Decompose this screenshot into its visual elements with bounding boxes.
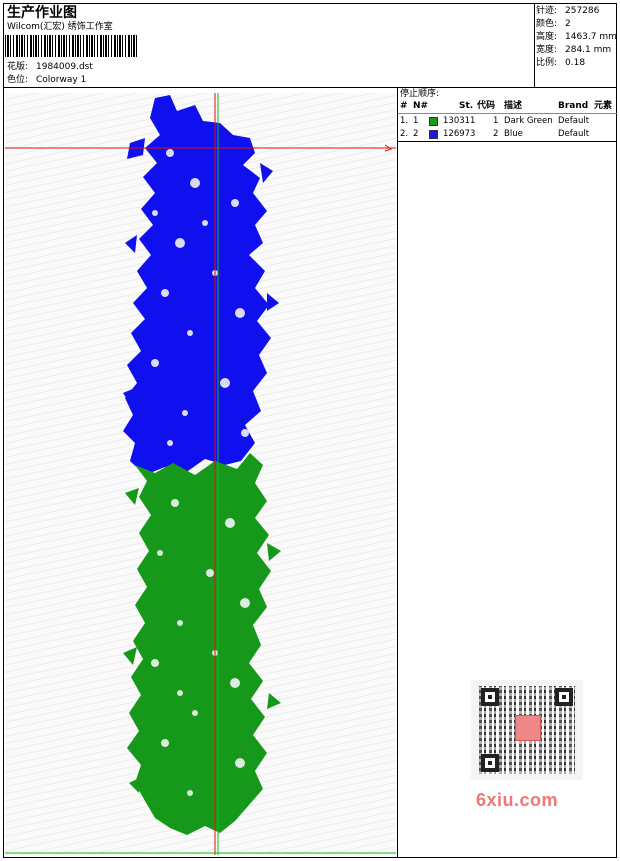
stop-sequence-title: 停止顺序: [400, 89, 440, 99]
design-canvas [5, 93, 396, 855]
row-2-description: Blue [504, 129, 523, 139]
row-1-code: 1 [493, 116, 499, 126]
qr-finder-icon [481, 688, 499, 706]
col-header-brand: Brand [558, 101, 589, 111]
row-1-color-swatch [429, 117, 438, 126]
width-value: 284.1 mm [565, 45, 612, 55]
embroidery-preview [5, 93, 396, 855]
watermark-site: 6xiu.com [476, 790, 559, 810]
table-header-rule [398, 113, 617, 114]
stats-divider [534, 3, 535, 87]
col-header-element: 元素 [594, 101, 613, 111]
row-1-brand: Default [558, 116, 590, 126]
qr-code-watermark [471, 680, 583, 780]
design-filename: 1984009.dst [36, 62, 93, 72]
col-header-description: 描述 [504, 101, 523, 111]
row-2-brand: Default [558, 129, 590, 139]
row-1-description: Dark Green [504, 116, 553, 126]
row-1-needle: 1 [413, 116, 419, 126]
green-color-region [123, 453, 281, 835]
company-name: Wilcom(汇宏) 绣饰工作室 [7, 22, 113, 32]
width-label: 宽度: [536, 45, 558, 55]
scale-label: 比例: [536, 58, 558, 68]
table-bottom-rule [398, 141, 617, 142]
qr-finder-icon [555, 688, 573, 706]
scale-value: 0.18 [565, 58, 586, 68]
watermark-seal-logo [515, 715, 541, 741]
colorway-name: Colorway 1 [36, 75, 87, 85]
color-count-value: 2 [565, 19, 571, 29]
qr-finder-icon [481, 754, 499, 772]
barcode [5, 35, 137, 57]
height-label: 高度: [536, 32, 558, 42]
row-2-stitches: 126973 [443, 129, 476, 139]
row-2-index: 2. [400, 129, 409, 139]
row-1-index: 1. [400, 116, 409, 126]
height-value: 1463.7 mm [565, 32, 617, 42]
color-count-label: 颜色: [536, 19, 558, 29]
col-header-code: 代码 [477, 101, 496, 111]
header-divider [3, 87, 617, 88]
sheet-title: 生产作业图 [7, 5, 77, 21]
col-header-needle: N# [413, 101, 429, 111]
row-2-needle: 2 [413, 129, 419, 139]
colorway-label: 色位: [7, 75, 29, 85]
row-2-color-swatch [429, 130, 438, 139]
stitch-count-label: 针迹: [536, 6, 558, 16]
stitch-count-value: 257286 [565, 6, 600, 16]
canvas-divider [397, 87, 398, 858]
col-header-index: # [400, 101, 408, 111]
blue-color-region [123, 95, 279, 475]
design-label: 花版: [7, 62, 29, 72]
row-2-code: 2 [493, 129, 499, 139]
col-header-stitches: St. [459, 101, 474, 111]
row-1-stitches: 130311 [443, 116, 476, 126]
